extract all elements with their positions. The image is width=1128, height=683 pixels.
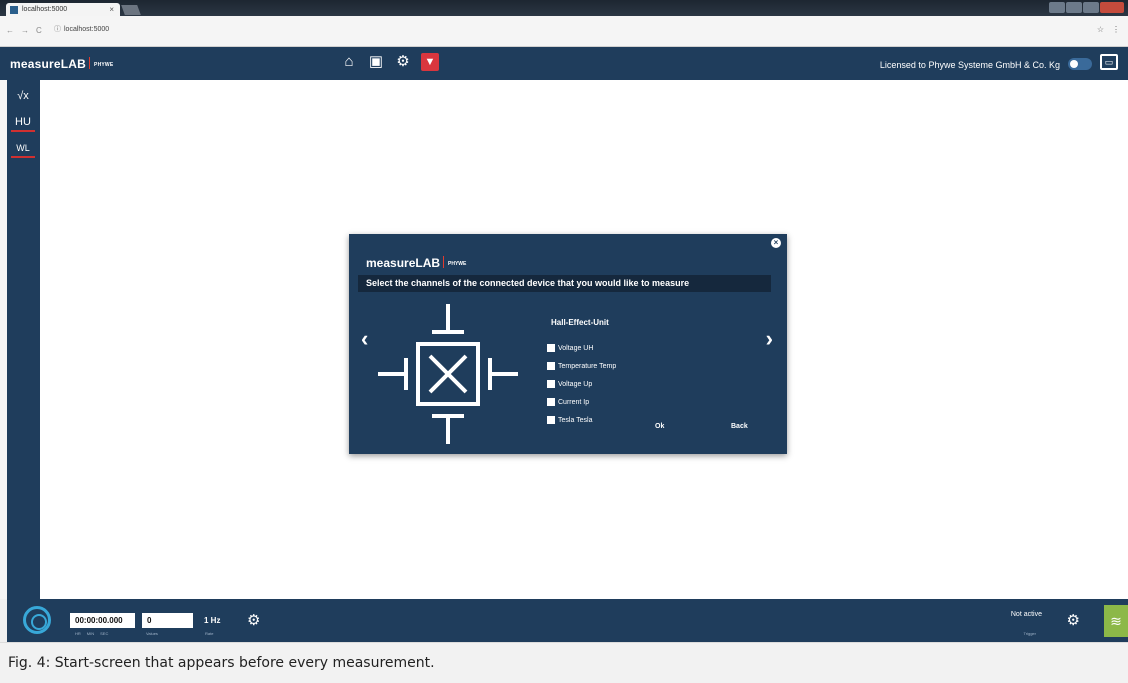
sidebar-item-device[interactable]: WL — [11, 138, 35, 158]
save-icon[interactable]: ▣ — [367, 53, 385, 71]
browser-tab[interactable]: localhost:5000 × — [6, 3, 120, 16]
figure-caption-area: Fig. 4: Start-screen that appears before… — [0, 642, 1128, 683]
figure-caption: Fig. 4: Start-screen that appears before… — [8, 655, 435, 671]
maximize-button[interactable] — [1083, 2, 1099, 13]
window-close-button[interactable] — [1100, 2, 1124, 13]
mode-toggle[interactable] — [1068, 58, 1092, 70]
back-button[interactable]: Back — [731, 423, 748, 430]
channel-checkbox[interactable] — [547, 416, 555, 424]
values-count-display: 0 — [142, 613, 193, 628]
tab-title: localhost:5000 — [22, 6, 68, 13]
channel-select-dialog: × measureLAB PHYWE Select the channels of… — [349, 234, 787, 454]
time-display: 00:00:00.000 — [70, 613, 135, 628]
channel-item[interactable]: Current Ip — [547, 393, 616, 411]
minimize-button[interactable] — [1066, 2, 1082, 13]
top-nav: ⌂ ▣ ⚙ ▼ — [340, 53, 439, 71]
bookmark-star-icon[interactable]: ☆ — [1097, 25, 1104, 34]
channel-checkbox[interactable] — [547, 398, 555, 406]
logo-text: measureLAB — [10, 57, 87, 71]
time-unit-sec: SEC — [100, 631, 109, 636]
browser-titlebar: localhost:5000 × — [0, 0, 1128, 16]
formula-icon: √x — [17, 90, 29, 102]
sidebar: √x HU WL — [7, 80, 40, 599]
channel-label: Temperature Temp — [558, 362, 617, 370]
url-input[interactable]: ⓘ localhost:5000 — [54, 24, 1104, 36]
device-name: Hall-Effect-Unit — [551, 318, 609, 327]
info-icon[interactable]: ⓘ — [54, 24, 61, 36]
trigger-settings-icon[interactable]: ⚙ — [1067, 611, 1080, 629]
layers-icon[interactable]: ≋ — [1104, 605, 1128, 637]
dialog-logo-separator — [443, 256, 445, 268]
time-unit-min: MIN — [86, 631, 95, 636]
license-text: Licensed to Phywe Systeme GmbH & Co. Kg — [879, 60, 1060, 70]
channel-item[interactable]: Voltage Up — [547, 375, 616, 393]
channel-list: Voltage UH Temperature Temp Voltage Up C… — [547, 339, 616, 429]
channel-item[interactable]: Temperature Temp — [547, 357, 616, 375]
ok-button[interactable]: Ok — [655, 423, 664, 430]
channel-label: Tesla Tesla — [558, 416, 593, 424]
channel-label: Current Ip — [558, 398, 590, 406]
user-profile-button[interactable] — [1049, 2, 1065, 13]
time-unit-hr: HR — [75, 631, 81, 636]
dialog-close-icon[interactable]: × — [771, 238, 781, 248]
logo-separator — [89, 57, 91, 69]
reload-icon[interactable]: C — [36, 26, 42, 35]
record-button[interactable] — [23, 606, 51, 634]
dialog-logo: measureLAB PHYWE — [366, 256, 466, 270]
channel-checkbox[interactable] — [547, 362, 555, 370]
new-tab-button[interactable] — [121, 5, 141, 15]
channel-label: Voltage Up — [558, 380, 593, 388]
url-text: localhost:5000 — [64, 26, 110, 33]
forward-icon[interactable]: → — [21, 26, 29, 35]
left-edge — [0, 80, 7, 599]
address-bar-actions: ☆ ⋮ — [1097, 25, 1120, 34]
home-icon[interactable]: ⌂ — [340, 53, 358, 71]
dialog-logo-text: measureLAB — [366, 256, 441, 270]
back-icon[interactable]: ← — [6, 26, 14, 35]
trigger-status: Not active — [1010, 611, 1042, 618]
dialog-title: Select the channels of the connected dev… — [358, 275, 771, 292]
prev-device-arrow[interactable]: ‹ — [361, 328, 368, 350]
time-unit-labels: HR MIN SEC — [75, 631, 108, 636]
trigger-label: Trigger — [1023, 631, 1036, 636]
channel-checkbox[interactable] — [547, 380, 555, 388]
channel-label: Voltage UH — [558, 344, 594, 352]
sidebar-item-formula[interactable]: √x — [11, 86, 35, 106]
channel-item[interactable]: Voltage UH — [547, 339, 616, 357]
channel-item[interactable]: Tesla Tesla — [547, 411, 616, 429]
brand-text: PHYWE — [94, 61, 114, 68]
bottom-toolbar: 00:00:00.000 HR MIN SEC 0 Values 1 Hz Ra… — [7, 599, 1128, 642]
settings-icon[interactable]: ⚙ — [394, 53, 412, 71]
screenshot-frame: localhost:5000 × ← → C ⓘ localhost:5000 … — [0, 0, 1128, 683]
display-icon[interactable]: ▭ — [1100, 54, 1118, 70]
measure-settings-icon[interactable]: ⚙ — [247, 611, 260, 629]
app-header: measureLAB PHYWE ⌂ ▣ ⚙ ▼ Licensed to Phyw… — [0, 47, 1128, 80]
app-logo: measureLAB PHYWE — [10, 57, 113, 71]
channel-checkbox[interactable] — [547, 344, 555, 352]
export-icon[interactable]: ▼ — [421, 53, 439, 71]
hall-effect-device-icon — [378, 304, 518, 444]
rate-label: Rate — [205, 631, 214, 636]
window-controls — [1049, 2, 1124, 13]
next-device-arrow[interactable]: › — [766, 328, 773, 350]
rate-display[interactable]: 1 Hz — [204, 616, 220, 625]
hall-unit-icon: HU — [15, 116, 31, 128]
browser-nav: ← → C — [6, 26, 42, 35]
browser-menu-icon[interactable]: ⋮ — [1112, 25, 1120, 34]
sidebar-item-hall-unit[interactable]: HU — [11, 112, 35, 132]
values-label: Values — [146, 631, 158, 636]
tab-close-icon[interactable]: × — [109, 5, 114, 14]
device-icon: WL — [16, 143, 30, 153]
browser-address-bar: ← → C ⓘ localhost:5000 ☆ ⋮ — [0, 16, 1128, 47]
favicon-icon — [10, 6, 18, 14]
dialog-brand-text: PHYWE — [448, 260, 467, 267]
